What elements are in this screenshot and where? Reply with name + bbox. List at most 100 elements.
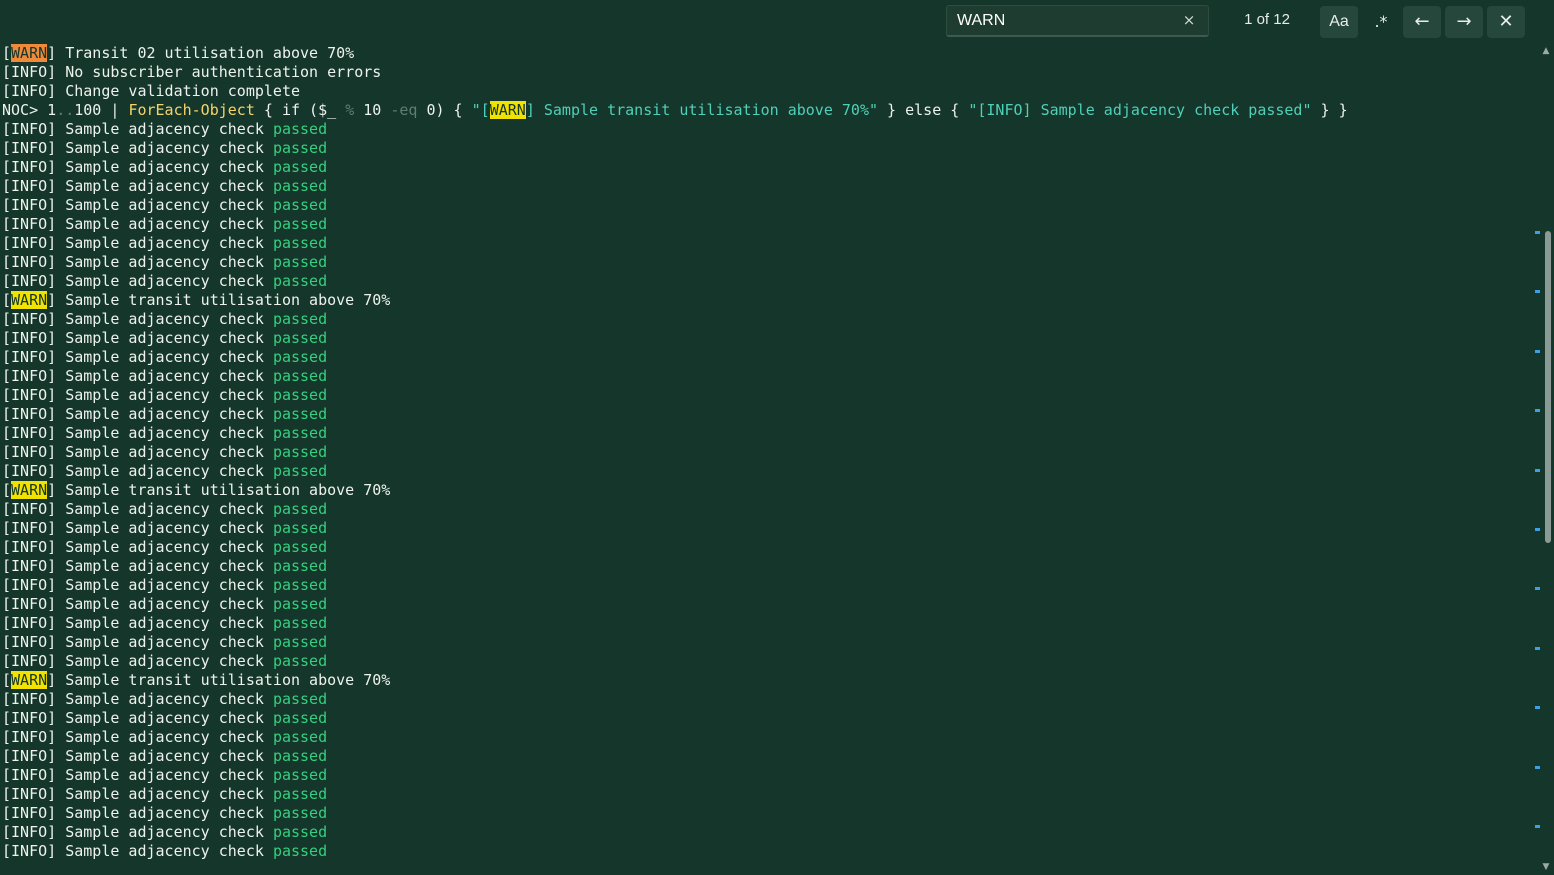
- terminal-text: passed: [272, 595, 328, 613]
- terminal-line: [WARN] Sample transit utilisation above …: [2, 291, 1532, 310]
- scrollbar-match-marker: [1535, 646, 1540, 650]
- terminal-text: ] Sample transit utilisation above 70%": [525, 101, 879, 119]
- terminal-text: ] Transit 02 utilisation above 70%: [47, 44, 355, 62]
- terminal-line: [INFO] Sample adjacency check passed: [2, 709, 1532, 728]
- terminal-line: [INFO] Sample adjacency check passed: [2, 348, 1532, 367]
- terminal-text: [INFO] Sample adjacency check: [2, 823, 273, 841]
- terminal-text: [INFO] Sample adjacency check: [2, 348, 273, 366]
- terminal-text: passed: [272, 329, 328, 347]
- regex-button[interactable]: .*: [1362, 6, 1400, 38]
- terminal-line: [INFO] Sample adjacency check passed: [2, 386, 1532, 405]
- terminal-line: [INFO] Sample adjacency check passed: [2, 652, 1532, 671]
- terminal-text: { if ($_: [254, 101, 346, 119]
- terminal-line: [INFO] Sample adjacency check passed: [2, 158, 1532, 177]
- find-bar: × 1 of 12 Aa .* ← → ✕: [0, 0, 1554, 44]
- terminal-text: [INFO] Sample adjacency check: [2, 424, 273, 442]
- terminal-text: [INFO] Sample adjacency check: [2, 576, 273, 594]
- terminal-text: passed: [272, 690, 328, 708]
- search-match: WARN: [11, 291, 48, 309]
- terminal-line: [INFO] Sample adjacency check passed: [2, 424, 1532, 443]
- terminal-text: passed: [272, 557, 328, 575]
- terminal-line: [INFO] Sample adjacency check passed: [2, 823, 1532, 842]
- terminal-text: [INFO] Sample adjacency check: [2, 519, 273, 537]
- terminal-line: [INFO] Sample adjacency check passed: [2, 538, 1532, 557]
- terminal-line: [INFO] Sample adjacency check passed: [2, 329, 1532, 348]
- terminal-text: passed: [272, 386, 328, 404]
- terminal-text: [INFO] Sample adjacency check: [2, 177, 273, 195]
- terminal-line: [WARN] Transit 02 utilisation above 70%: [2, 44, 1532, 63]
- terminal-text: passed: [272, 272, 328, 290]
- terminal-line: [INFO] Sample adjacency check passed: [2, 747, 1532, 766]
- terminal-line: [INFO] Sample adjacency check passed: [2, 139, 1532, 158]
- search-match: WARN: [11, 671, 48, 689]
- terminal-text: passed: [272, 538, 328, 556]
- terminal-text: passed: [272, 633, 328, 651]
- match-case-button[interactable]: Aa: [1320, 6, 1358, 38]
- find-input[interactable]: [957, 10, 1177, 32]
- terminal-text: passed: [272, 215, 328, 233]
- scrollbar-match-marker: [1535, 825, 1540, 829]
- terminal-text: [: [2, 44, 12, 62]
- next-match-button[interactable]: →: [1445, 6, 1483, 38]
- terminal-text: passed: [272, 367, 328, 385]
- clear-search-button[interactable]: ×: [1178, 9, 1200, 31]
- terminal-text: [INFO] Sample adjacency check: [2, 709, 273, 727]
- scroll-up-icon[interactable]: ▲: [1540, 46, 1552, 56]
- terminal-line: [INFO] Change validation complete: [2, 82, 1532, 101]
- terminal-line: [INFO] Sample adjacency check passed: [2, 785, 1532, 804]
- find-box[interactable]: ×: [946, 5, 1209, 37]
- terminal-line: [INFO] Sample adjacency check passed: [2, 310, 1532, 329]
- terminal-line: [INFO] Sample adjacency check passed: [2, 120, 1532, 139]
- close-icon: ×: [1182, 11, 1196, 29]
- scrollbar-thumb[interactable]: [1545, 230, 1551, 543]
- terminal-line: [INFO] Sample adjacency check passed: [2, 614, 1532, 633]
- terminal-text: [INFO] Sample adjacency check: [2, 747, 273, 765]
- terminal-text: [INFO] Sample adjacency check: [2, 614, 273, 632]
- terminal-text: passed: [272, 139, 328, 157]
- terminal-text: passed: [272, 462, 328, 480]
- scrollbar-match-marker: [1535, 587, 1540, 591]
- terminal-text: [INFO] Sample adjacency check: [2, 443, 273, 461]
- close-find-button[interactable]: ✕: [1487, 6, 1525, 38]
- terminal-text: %: [345, 101, 355, 119]
- scrollbar-match-marker: [1535, 528, 1540, 532]
- terminal-text: passed: [272, 804, 328, 822]
- terminal-text: "[: [471, 101, 490, 119]
- terminal-line: [INFO] Sample adjacency check passed: [2, 215, 1532, 234]
- terminal-output[interactable]: [WARN] Transit 02 utilisation above 70%[…: [2, 44, 1532, 875]
- terminal-text: passed: [272, 728, 328, 746]
- terminal-text: [INFO] Sample adjacency check: [2, 785, 273, 803]
- terminal-text: passed: [272, 709, 328, 727]
- terminal-text: [INFO] Sample adjacency check: [2, 234, 273, 252]
- terminal-text: passed: [272, 424, 328, 442]
- terminal-text: ] Sample transit utilisation above 70%: [47, 481, 391, 499]
- terminal-line: [INFO] Sample adjacency check passed: [2, 177, 1532, 196]
- terminal-line: [INFO] Sample adjacency check passed: [2, 728, 1532, 747]
- terminal-text: -eq: [390, 101, 418, 119]
- scrollbar-match-marker: [1535, 290, 1540, 294]
- terminal-text: passed: [272, 614, 328, 632]
- search-match: WARN: [11, 481, 48, 499]
- terminal-line: [INFO] Sample adjacency check passed: [2, 690, 1532, 709]
- search-match: WARN: [489, 101, 526, 119]
- scroll-down-icon[interactable]: ▼: [1540, 862, 1552, 872]
- terminal-text: passed: [272, 842, 328, 860]
- previous-match-button[interactable]: ←: [1403, 6, 1441, 38]
- terminal-text: [INFO] Sample adjacency check: [2, 215, 273, 233]
- terminal-line: [WARN] Sample transit utilisation above …: [2, 481, 1532, 500]
- terminal-line: [INFO] Sample adjacency check passed: [2, 462, 1532, 481]
- terminal-text: ] Sample transit utilisation above 70%: [47, 671, 391, 689]
- terminal-text: [INFO] Sample adjacency check: [2, 386, 273, 404]
- terminal-text: passed: [272, 405, 328, 423]
- terminal-text: [: [2, 291, 12, 309]
- search-match: WARN: [11, 44, 48, 62]
- terminal-text: [INFO] Sample adjacency check: [2, 139, 273, 157]
- terminal-text: passed: [272, 576, 328, 594]
- terminal-text: ] Sample transit utilisation above 70%: [47, 291, 391, 309]
- terminal-text: [INFO] Sample adjacency check: [2, 690, 273, 708]
- terminal-line: NOC> 1..100 | ForEach-Object { if ($_ % …: [2, 101, 1532, 120]
- terminal-text: passed: [272, 120, 328, 138]
- terminal-text: passed: [272, 443, 328, 461]
- terminal-text: } }: [1311, 101, 1348, 119]
- terminal-text: [INFO] Sample adjacency check: [2, 652, 273, 670]
